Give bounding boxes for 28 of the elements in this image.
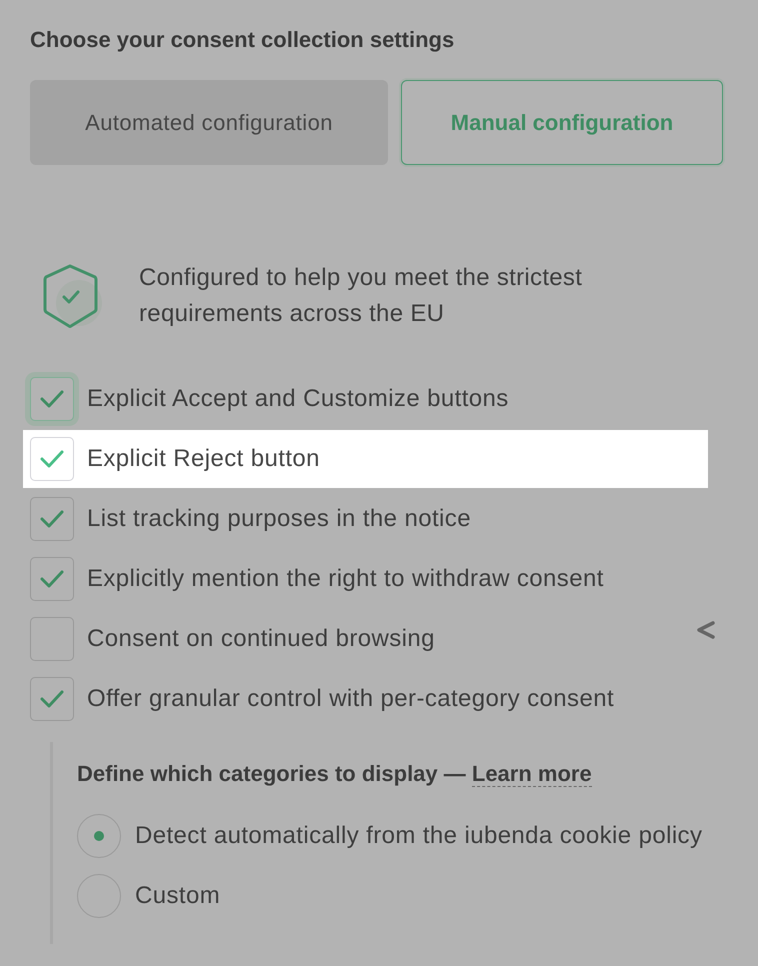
checkbox[interactable] [30,677,74,721]
config-tab[interactable]: Automated configuration [30,80,388,165]
checkbox[interactable] [30,437,74,481]
radio-label: Detect automatically from the iubenda cookie policy [135,821,702,851]
config-tab[interactable]: Manual configuration [401,80,723,165]
checkbox-label: List tracking purposes in the notice [87,504,471,534]
checkbox-label: Explicitly mention the right to withdraw consent [87,564,604,594]
checkbox-label: Explicit Reject button [87,444,320,474]
checkbox-label: Explicit Accept and Customize buttons [87,384,509,414]
radio-button[interactable] [77,814,121,858]
learn-more-link[interactable]: Learn more [472,761,592,787]
subsection-heading: Define which categories to display — Learn more [77,761,592,787]
radio-button[interactable] [77,874,121,918]
checkbox-label: Consent on continued browsing [87,624,435,654]
check-icon [40,510,64,528]
check-icon [40,690,64,708]
radio-label: Custom [135,881,220,911]
checkbox[interactable] [30,617,74,661]
section-title: Choose your consent collection settings [30,28,454,52]
chevron-left-icon[interactable] [696,620,716,640]
check-icon [40,450,64,468]
shield-check-icon [43,264,105,328]
notice-text: Configured to help you meet the strictest requirements across the EU [139,263,584,329]
checkbox-label: Offer granular control with per-category consent [87,684,614,714]
checkbox[interactable] [30,497,74,541]
check-icon [40,390,64,408]
check-icon [40,570,64,588]
checkbox[interactable] [30,557,74,601]
